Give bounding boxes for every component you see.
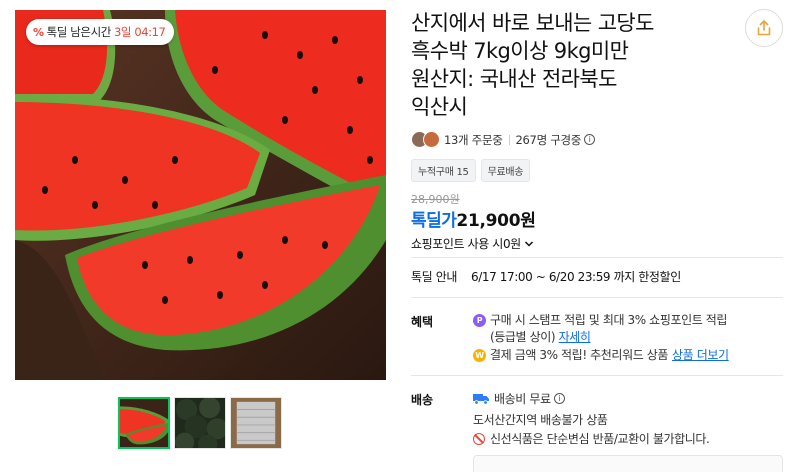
thumbnail-whole-watermelons[interactable] [174,397,226,449]
benefit-detail-link[interactable]: 자세히 [559,330,591,344]
thumbnail-strip [118,397,282,449]
benefit-reward: W 결제 금액 3% 적립! 추천리워드 상품 상품 더보기 [473,347,729,364]
orders-count: 13개 주문중 [444,132,503,147]
product-title-line: 익산시 [411,95,468,119]
deal-info-row: 톡딜 안내 6/17 17:00 ~ 6/20 23:59 까지 한정할인 [411,268,681,285]
product-tags: 누적구매 15 무료배송 [411,159,531,182]
percent-icon: % [33,25,44,39]
product-title-line: 산지에서 바로 보내는 고당도 [411,11,654,35]
shipping-notice-text: 신선식품은 단순변심 반품/교환이 불가합니다. [490,432,710,446]
shipping-fee: 배송비 무료 i [473,390,565,407]
timer-label: 톡딜 남은시간 [46,25,112,39]
thumbnail-watermelon-slices[interactable] [118,397,170,449]
shipping-fee-text: 배송비 무료 [494,392,551,406]
benefit-text: (등급별 상이) [490,330,556,344]
shipping-restriction: 도서산간지역 배송불가 상품 [473,413,608,427]
more-products-link[interactable]: 상품 더보기 [672,347,729,364]
divider [411,297,783,298]
benefit-text: 결제 금액 3% 적립! 추천리워드 상품 [490,348,669,362]
divider [411,375,783,376]
social-proof: 13개 주문중 267명 구경중 i [411,131,596,148]
prohibited-icon [473,432,485,445]
deal-info-label: 톡딜 안내 [411,270,457,284]
info-icon[interactable]: i [553,393,565,404]
share-button[interactable] [745,9,783,47]
watermelon-photo [15,10,386,380]
deal-timer-badge: % 톡딜 남은시간 3일 04:17 [26,19,175,45]
watermelon-slices-thumb-image [120,399,168,447]
divider [508,134,510,145]
deal-price-label: 톡딜가 [411,211,457,231]
viewers-count: 267명 구경중 [515,132,582,147]
product-title-line: 흑수박 7kg이상 9kg미만 [411,39,629,63]
divider [411,257,783,258]
benefit-text: 구매 시 스탬프 적립 및 최대 3% 쇼핑포인트 적립 [490,313,728,327]
option-select-box[interactable] [473,455,783,472]
shipping-notice: 신선식품은 단순변심 반품/교환이 불가합니다. [473,430,710,447]
avatar [423,131,440,148]
reward-coin-icon: W [473,349,486,362]
benefit-stamp-points: P 구매 시 스탬프 적립 및 최대 3% 쇼핑포인트 적립 (등급별 상이) … [473,312,727,346]
deal-price: 21,900원 [456,211,536,231]
points-label: 쇼핑포인트 사용 시0원 [411,237,521,251]
points-dropdown[interactable]: 쇼핑포인트 사용 시0원 [411,235,534,252]
chevron-down-icon [524,240,533,247]
product-title: 산지에서 바로 보내는 고당도 흑수박 7kg이상 9kg미만 원산지: 국내산… [411,9,731,121]
points-icon: P [473,314,486,327]
shipping-label: 배송 [411,393,434,407]
tag-cumulative-purchases: 누적구매 15 [411,159,476,182]
deal-price-row: 톡딜가 21,900원 [411,206,536,231]
packaging-box-thumb-image [231,398,281,448]
deal-info-period: 6/17 17:00 ~ 6/20 23:59 까지 한정할인 [471,270,681,284]
benefits-label: 혜택 [411,315,434,329]
truck-icon [473,393,489,405]
original-price: 28,900원 [411,193,460,206]
info-icon[interactable]: i [584,134,596,145]
product-title-line: 원산지: 국내산 전라북도 [411,67,617,91]
timer-remaining: 3일 04:17 [113,25,166,39]
tag-free-shipping: 무료배송 [480,159,531,182]
whole-watermelons-thumb-image [175,398,225,448]
buyer-avatars [411,131,440,148]
thumbnail-packaging-box[interactable] [230,397,282,449]
share-icon [757,20,771,36]
product-main-image[interactable] [15,10,386,380]
